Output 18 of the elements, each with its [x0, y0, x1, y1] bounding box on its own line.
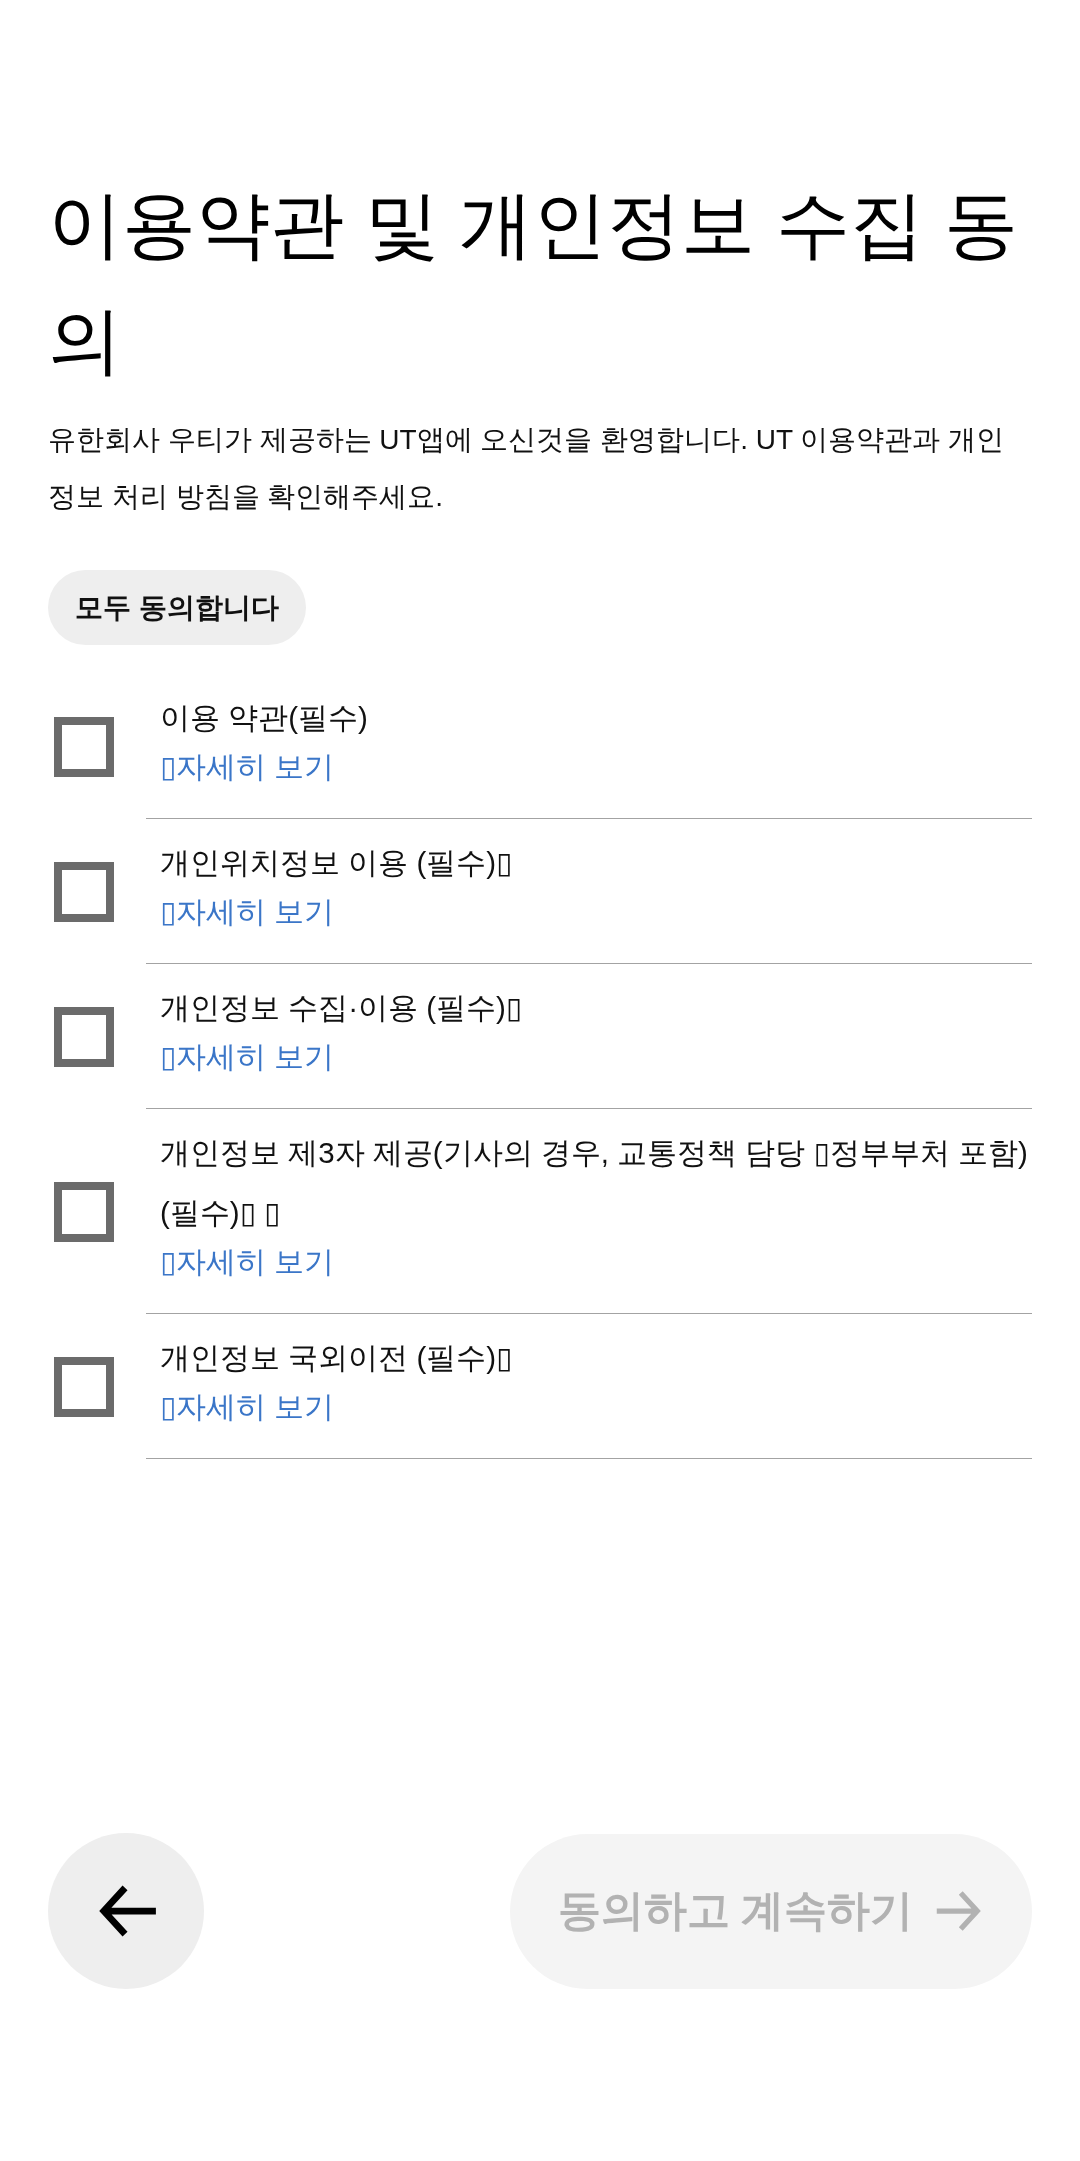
checkbox[interactable]: [54, 1356, 114, 1417]
details-link[interactable]: ▯자세히 보기: [160, 1038, 335, 1076]
checkbox[interactable]: [54, 861, 114, 922]
consent-label: 개인위치정보 이용 (필수)▯: [160, 845, 514, 881]
details-link[interactable]: ▯자세히 보기: [160, 893, 335, 931]
details-link[interactable]: ▯자세히 보기: [160, 748, 335, 786]
consent-label: 개인정보 제3자 제공(기사의 경우, 교통정책 담당 ▯정부부처 포함)(필수)▯ ▯: [160, 1135, 1029, 1231]
checkbox[interactable]: [54, 1181, 114, 1242]
checkbox[interactable]: [54, 716, 114, 777]
consent-label: 개인정보 국외이전 (필수)▯: [160, 1340, 514, 1376]
agree-all-button[interactable]: 모두 동의합니다: [48, 570, 306, 645]
checkbox[interactable]: [54, 1006, 114, 1067]
details-link[interactable]: ▯자세히 보기: [160, 1243, 335, 1281]
details-link[interactable]: ▯자세히 보기: [160, 1388, 335, 1426]
consent-label: 개인정보 수집·이용 (필수)▯: [160, 990, 524, 1026]
intro-text: 유한회사 우티가 제공하는 UT앱에 오신것을 환영합니다. UT 이용약관과 개인정보 처리 방침을 확인해주세요.: [48, 423, 1006, 514]
page-title: 이용약관 및 개인정보 수집 동의: [48, 182, 1020, 384]
consent-label: 이용 약관(필수): [160, 700, 369, 736]
